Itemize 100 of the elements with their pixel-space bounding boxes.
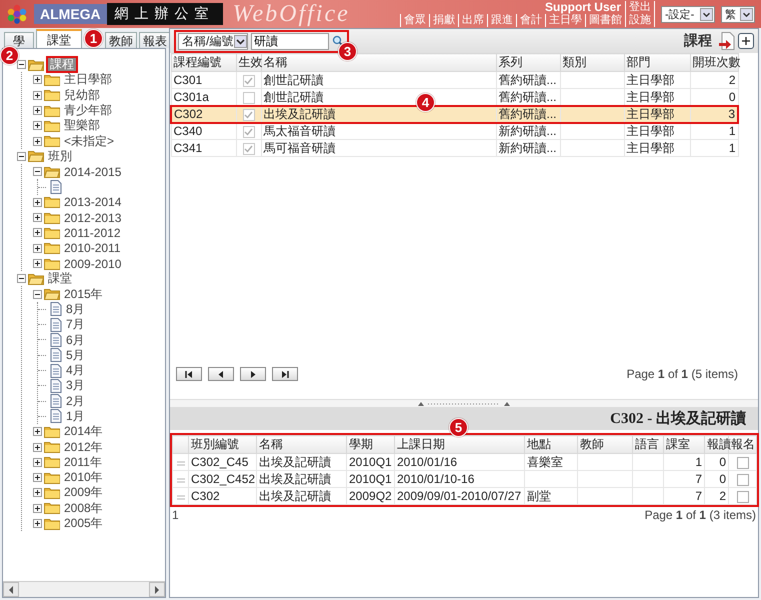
- tree-item[interactable]: 兒幼部: [62, 86, 102, 104]
- collapse-icon[interactable]: [33, 290, 42, 299]
- expand-icon[interactable]: [33, 259, 42, 268]
- table-cell: 主日學部: [624, 140, 690, 156]
- tree-item[interactable]: 2012年: [62, 438, 105, 456]
- tree-item[interactable]: 2010年: [62, 469, 105, 486]
- column-header[interactable]: 生效: [236, 54, 261, 72]
- column-header[interactable]: 系列: [496, 54, 560, 72]
- checkbox[interactable]: [736, 456, 748, 469]
- tree-item[interactable]: 5月: [64, 346, 87, 364]
- table-cell: 新約研讀...: [496, 140, 560, 156]
- drag-handle-icon[interactable]: [176, 495, 184, 500]
- collapse-icon[interactable]: [17, 152, 26, 161]
- tree-item[interactable]: 2009年: [62, 484, 105, 502]
- export-icon[interactable]: [719, 32, 735, 50]
- checkbox[interactable]: [736, 474, 748, 486]
- tree-item[interactable]: 1月: [64, 408, 87, 425]
- tree-item[interactable]: 聖樂部: [62, 117, 102, 134]
- first-page-button[interactable]: [176, 367, 202, 381]
- expand-icon[interactable]: [33, 213, 42, 222]
- tree-item[interactable]: 2010-2011: [62, 241, 122, 256]
- expand-icon[interactable]: [33, 90, 42, 100]
- tree-item[interactable]: 主日學部: [62, 71, 114, 88]
- tree-item[interactable]: 7月: [64, 316, 87, 334]
- tree-item[interactable]: 3月: [64, 377, 87, 394]
- tab[interactable]: 報表: [139, 32, 171, 48]
- expand-icon[interactable]: [33, 519, 42, 528]
- table-row[interactable]: C301 創世記研讀 舊約研讀... 主日學部 2: [171, 72, 738, 88]
- expand-icon[interactable]: [33, 228, 42, 238]
- tree-item[interactable]: 6月: [64, 332, 87, 348]
- column-header[interactable]: 班別編號: [188, 436, 256, 454]
- expand-icon[interactable]: [33, 244, 42, 253]
- next-page-button[interactable]: [240, 367, 266, 381]
- column-header[interactable]: 上課日期: [394, 436, 524, 454]
- tree-item[interactable]: 課堂: [46, 270, 74, 288]
- column-header[interactable]: 類別: [560, 54, 624, 72]
- expand-icon[interactable]: [33, 198, 42, 207]
- tree-item[interactable]: 班別: [46, 148, 74, 165]
- tree-item[interactable]: <未指定>: [62, 132, 116, 150]
- tab[interactable]: 學: [4, 32, 34, 48]
- scroll-right-button[interactable]: [149, 582, 165, 597]
- expand-icon[interactable]: [33, 458, 42, 467]
- last-page-button[interactable]: [272, 367, 298, 381]
- column-header[interactable]: 報讀: [704, 436, 728, 454]
- folder-icon: [44, 135, 60, 148]
- expand-icon[interactable]: [33, 106, 42, 116]
- add-button[interactable]: [738, 33, 754, 49]
- tree-item[interactable]: 2008年: [62, 500, 105, 517]
- column-header[interactable]: 語言: [632, 436, 664, 454]
- previous-page-button[interactable]: [208, 367, 234, 381]
- tree-item[interactable]: 2009-2010: [62, 256, 124, 270]
- tree-item[interactable]: 2015年: [62, 286, 105, 303]
- column-header[interactable]: 學期: [346, 436, 394, 454]
- expand-icon[interactable]: [33, 121, 42, 130]
- tab[interactable]: 課堂: [36, 29, 82, 48]
- search-field[interactable]: 研讀: [251, 32, 329, 50]
- table-row[interactable]: C341 馬可福音研讀 新約研讀... 主日學部 1: [171, 140, 738, 156]
- expand-icon[interactable]: [33, 75, 42, 84]
- tree-item[interactable]: 2014-2015: [62, 164, 124, 179]
- tree-item[interactable]: 2011-2012: [62, 226, 122, 240]
- collapse-icon[interactable]: [17, 274, 26, 284]
- column-header[interactable]: 課室: [664, 436, 704, 454]
- tree-item[interactable]: 2005年: [62, 515, 105, 532]
- expand-icon[interactable]: [33, 442, 42, 452]
- tree-item[interactable]: 8月: [64, 300, 87, 318]
- column-header[interactable]: 部門: [624, 54, 690, 72]
- expand-icon[interactable]: [33, 473, 42, 482]
- column-header[interactable]: 地點: [524, 436, 578, 454]
- settings-dropdown[interactable]: -設定-: [661, 6, 715, 22]
- scroll-left-button[interactable]: [3, 582, 19, 597]
- table-cell: C302: [188, 488, 256, 504]
- horizontal-scrollbar[interactable]: [3, 581, 165, 597]
- tree-item[interactable]: 2月: [64, 392, 87, 410]
- expand-icon[interactable]: [33, 136, 42, 146]
- expand-icon[interactable]: [33, 427, 42, 436]
- open-folder-icon: [44, 166, 60, 178]
- column-header[interactable]: 名稱: [256, 436, 346, 454]
- page-info: Page 1 of 1 (5 items): [626, 367, 738, 381]
- tree-item[interactable]: 4月: [64, 362, 87, 380]
- column-header[interactable]: 課程編號: [171, 54, 236, 72]
- tree-item[interactable]: 青少年部: [62, 102, 114, 120]
- drag-handle-icon[interactable]: [176, 478, 184, 483]
- table-row[interactable]: C302 出埃及記研讀 舊約研讀... 主日學部 3: [171, 106, 738, 122]
- column-header[interactable]: 教師: [578, 436, 632, 454]
- drag-handle-icon[interactable]: [176, 461, 184, 466]
- collapse-icon[interactable]: [17, 60, 26, 70]
- folder-icon: [44, 89, 60, 102]
- tab[interactable]: 教師: [105, 32, 137, 48]
- expand-icon[interactable]: [33, 504, 42, 513]
- collapse-icon[interactable]: [33, 167, 42, 176]
- checkbox[interactable]: [736, 490, 748, 503]
- search-field-dropdown[interactable]: 名稱/編號: [178, 32, 248, 50]
- table-cell: 馬可福音研讀: [261, 140, 496, 156]
- tree-item[interactable]: 2011年: [62, 454, 104, 471]
- column-header[interactable]: 開班次數: [690, 54, 738, 72]
- expand-icon[interactable]: [33, 488, 42, 498]
- tree-item[interactable]: 2012-2013: [62, 210, 124, 225]
- tree-item[interactable]: 2014年: [62, 423, 105, 440]
- language-dropdown[interactable]: 繁: [721, 6, 755, 22]
- tree-item[interactable]: 2013-2014: [62, 195, 124, 210]
